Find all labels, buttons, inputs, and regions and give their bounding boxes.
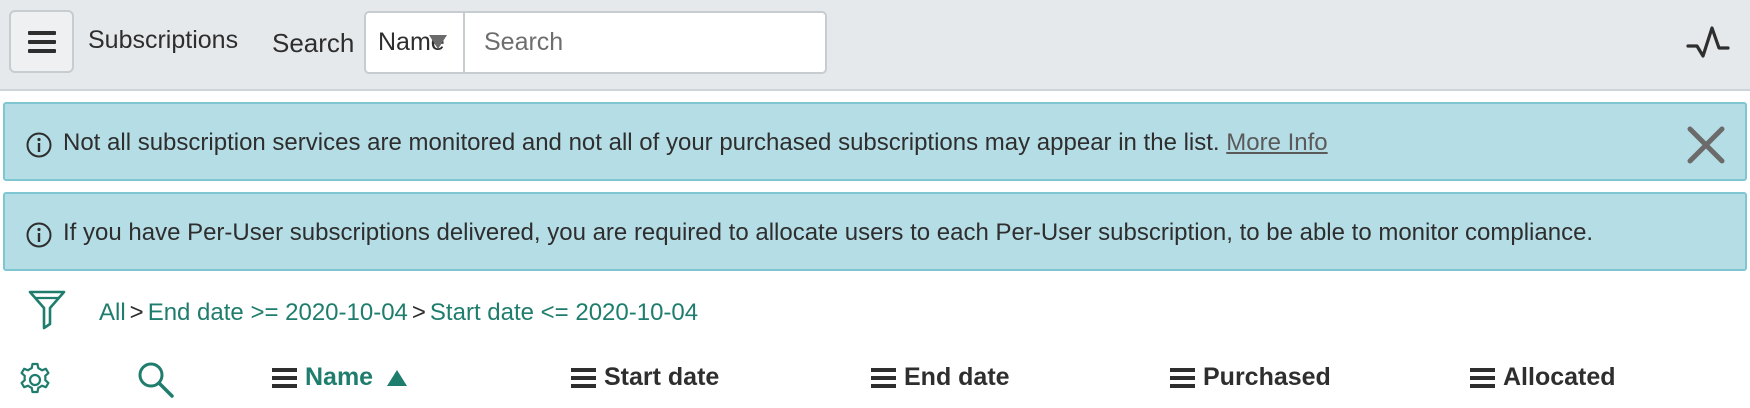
info-icon [26,132,52,158]
breadcrumb-separator: > [129,299,144,326]
breadcrumb-start-date-filter[interactable]: Start date <= 2020-10-04 [430,299,698,326]
column-label: Name [305,363,374,391]
search-label: Search [272,28,355,58]
column-label: Allocated [1503,363,1616,391]
breadcrumb-separator: > [411,299,426,326]
column-menu-icon[interactable] [871,367,896,388]
column-header-allocated[interactable]: Allocated [1470,363,1616,392]
alert-text: Not all subscription services are monito… [63,129,1220,156]
more-info-link[interactable]: More Info [1226,129,1327,156]
alert-message: If you have Per-User subscriptions deliv… [63,219,1594,246]
info-icon [26,222,52,248]
column-header-start-date[interactable]: Start date [571,363,719,392]
app-header: Subscriptions Search Name [0,0,1750,91]
alert-message: Not all subscription services are monito… [63,129,1328,157]
column-label: Start date [604,363,720,391]
column-label: End date [904,363,1010,391]
column-menu-icon[interactable] [1470,367,1495,388]
column-menu-icon[interactable] [571,367,596,388]
column-header-name[interactable]: Name [272,363,408,392]
breadcrumb-all[interactable]: All [99,299,126,326]
hamburger-menu-button[interactable] [9,10,74,73]
breadcrumb: All > End date >= 2020-10-04 > Start date <=… [99,299,698,327]
info-alert-monitoring: Not all subscription services are monito… [3,102,1747,181]
search-field-select[interactable]: Name [366,13,465,72]
filter-funnel-icon[interactable] [27,288,67,332]
search-group: Name [364,11,827,74]
gear-icon[interactable] [17,362,53,398]
sort-ascending-icon [387,369,408,386]
search-input[interactable] [465,13,825,72]
column-menu-icon[interactable] [272,367,297,388]
close-icon[interactable] [1685,124,1727,166]
page-title: Subscriptions [88,26,239,54]
chevron-down-icon [429,35,447,49]
info-alert-per-user: If you have Per-User subscriptions deliv… [3,192,1747,271]
hamburger-menu-icon [27,30,56,53]
column-menu-icon[interactable] [1170,367,1195,388]
column-header-end-date[interactable]: End date [871,363,1010,392]
column-label: Purchased [1203,363,1331,391]
column-header-purchased[interactable]: Purchased [1170,363,1331,392]
search-icon[interactable] [136,360,176,400]
breadcrumb-end-date-filter[interactable]: End date >= 2020-10-04 [148,299,408,326]
activity-pulse-icon[interactable] [1686,22,1730,66]
